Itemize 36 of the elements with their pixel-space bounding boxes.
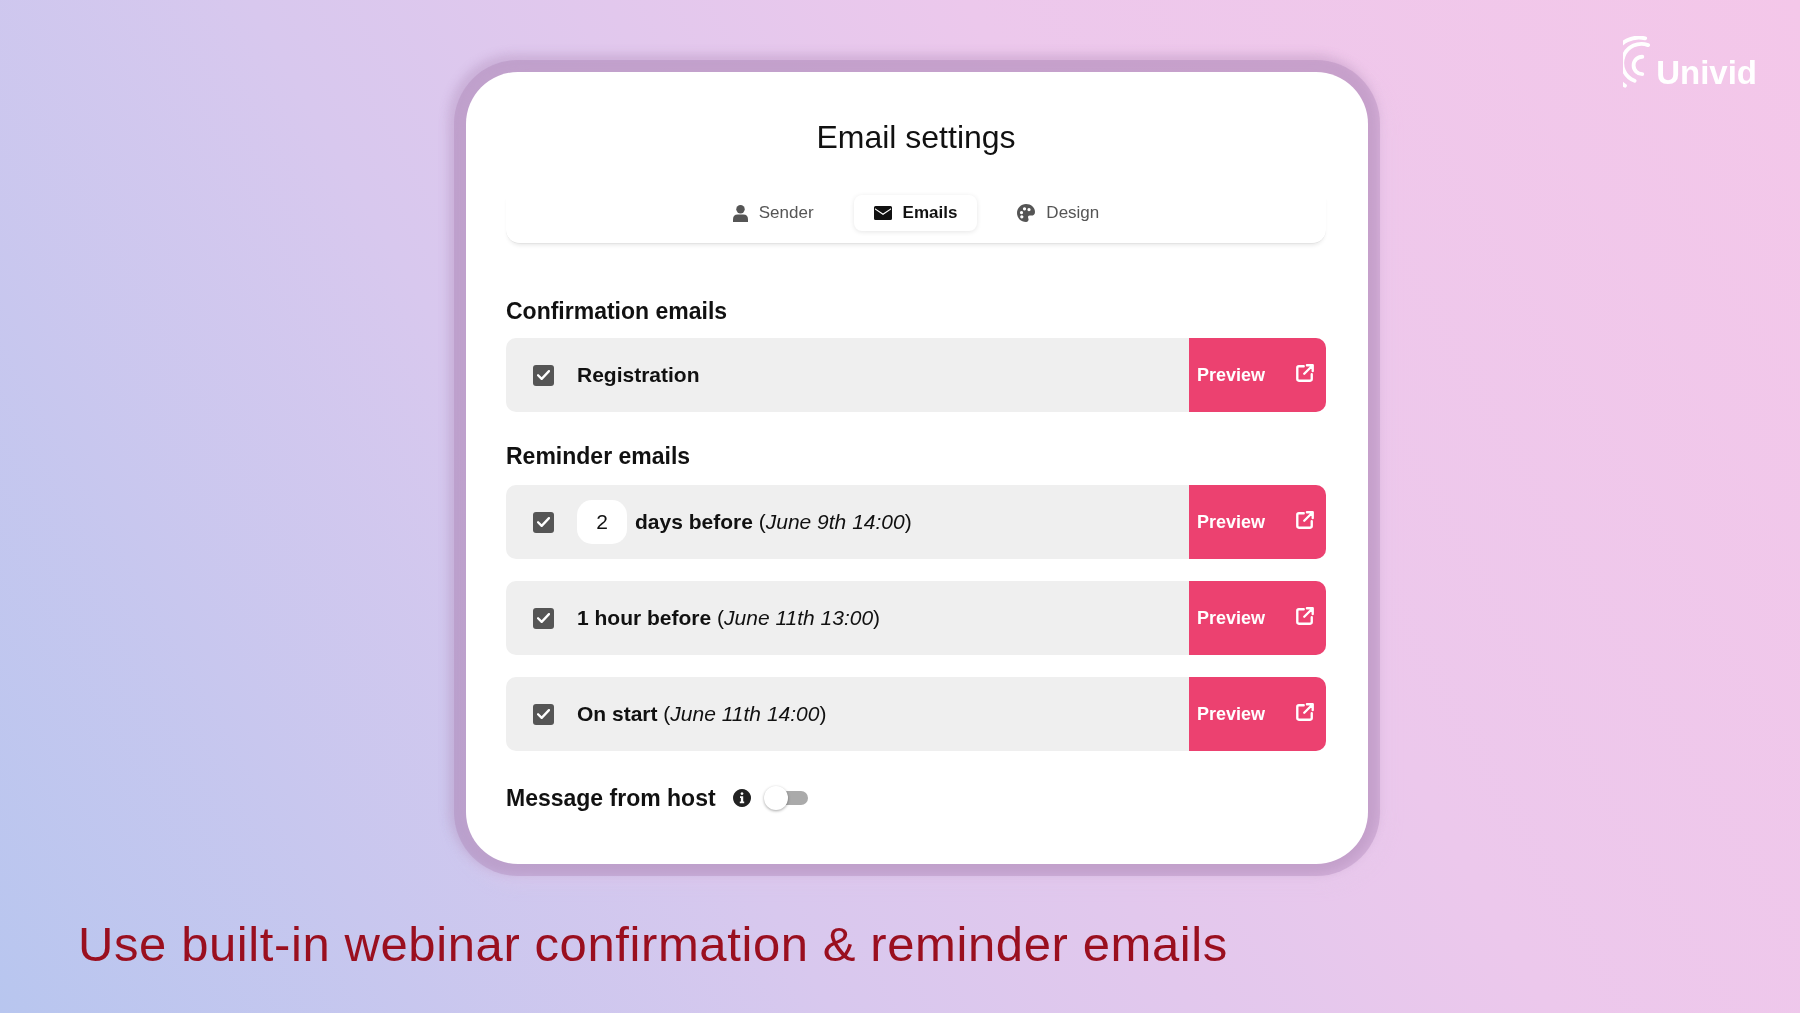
checkmark-icon [537, 517, 550, 527]
logo-icon [1623, 36, 1651, 88]
checkbox[interactable] [533, 607, 554, 629]
panel-title: Email settings [815, 118, 1017, 157]
preview-button[interactable]: Preview [1189, 677, 1326, 751]
email-label: days before (June 9th 14:00) [635, 510, 912, 534]
palette-icon [1017, 204, 1036, 222]
email-label: 1 hour before (June 11th 13:00) [577, 606, 881, 630]
toggle-switch[interactable] [763, 785, 808, 811]
email-label: Registration [577, 363, 700, 387]
info-icon[interactable] [732, 789, 751, 807]
tab[interactable]: Sender [712, 195, 834, 231]
envelope-icon [873, 206, 892, 220]
checkmark-icon [537, 370, 550, 380]
checkbox[interactable] [533, 364, 554, 386]
checkmark-icon [537, 709, 550, 719]
preview-button[interactable]: Preview [1189, 581, 1326, 655]
section-heading: Confirmation emails [506, 297, 729, 326]
host-message-label: Message from host [506, 784, 716, 812]
external-link-icon [1296, 511, 1314, 529]
days-input[interactable]: 2 [577, 500, 627, 544]
external-link-icon [1296, 703, 1314, 721]
checkmark-icon [537, 613, 550, 623]
email-label: On start (June 11th 14:00) [577, 702, 827, 726]
preview-button[interactable]: Preview [1189, 485, 1326, 559]
caption: Use built-in webinar confirmation & reminder emails [78, 916, 1228, 973]
preview-button[interactable]: Preview [1189, 338, 1326, 412]
brand-name: Univid [1656, 56, 1757, 90]
checkbox[interactable] [533, 511, 554, 533]
external-link-icon [1296, 607, 1314, 625]
tab[interactable]: Design [997, 195, 1120, 231]
user-icon [732, 204, 748, 222]
external-link-icon [1296, 364, 1314, 382]
checkbox[interactable] [533, 703, 554, 725]
section-heading: Reminder emails [506, 442, 692, 471]
tab[interactable]: Emails [853, 195, 978, 231]
